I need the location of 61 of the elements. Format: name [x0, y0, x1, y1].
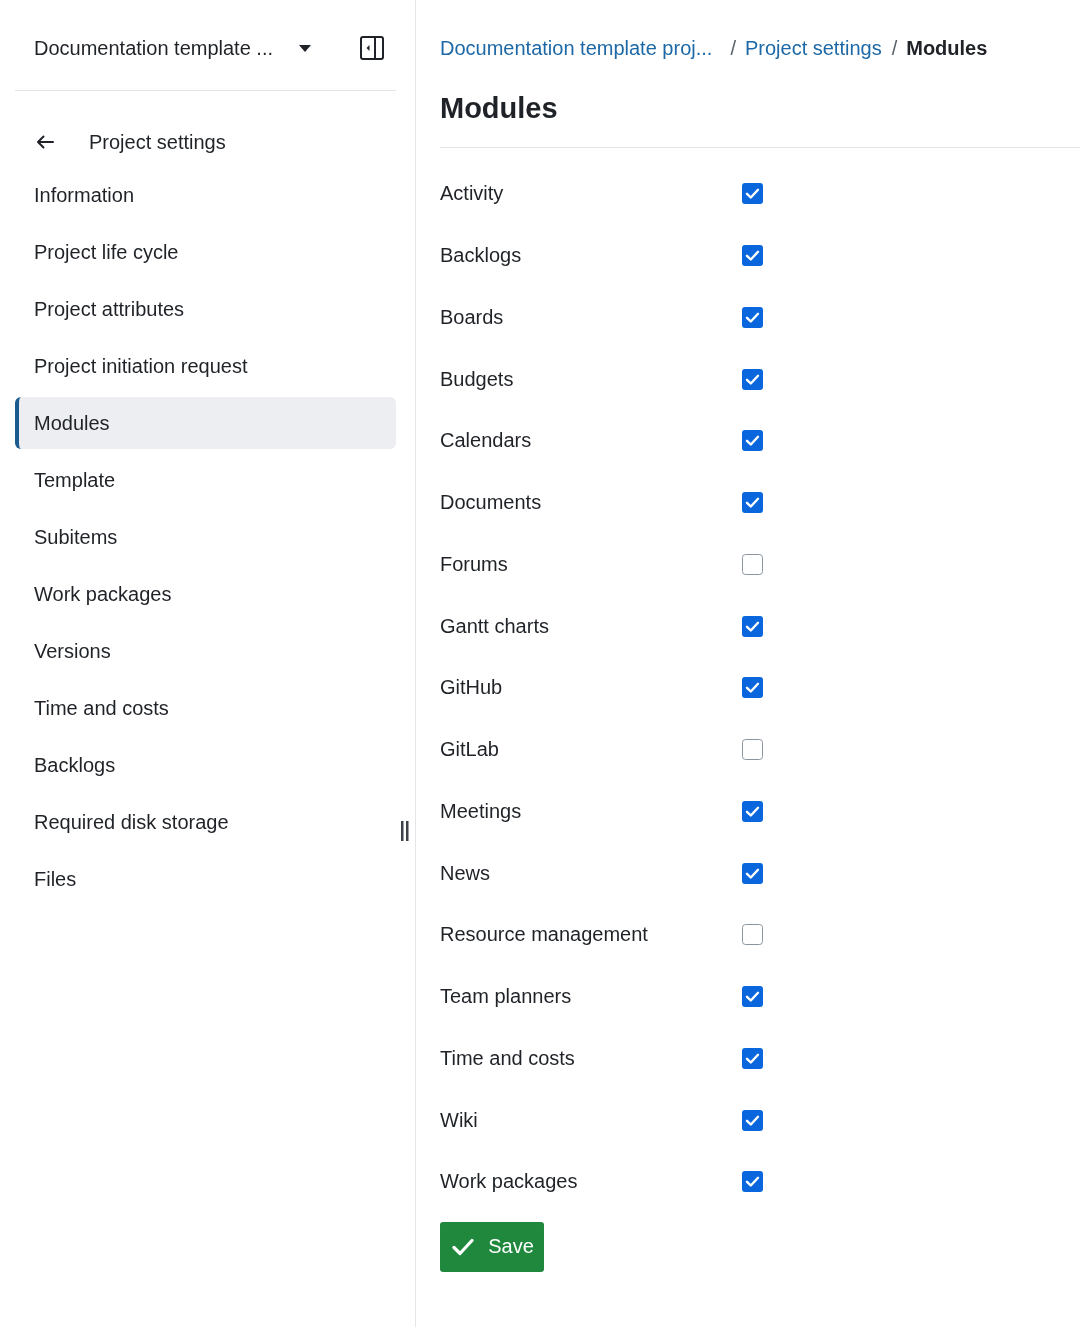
sidebar-item[interactable]: Required disk storage: [15, 796, 396, 848]
module-label: Backlogs: [440, 244, 523, 268]
module-label: Resource management: [440, 923, 649, 947]
sidebar-item[interactable]: Work packages: [15, 568, 396, 620]
sidebar-collapse-icon[interactable]: [360, 36, 384, 60]
module-label: Gantt charts: [440, 614, 550, 638]
checkbox[interactable]: [742, 553, 763, 575]
checkbox[interactable]: [742, 986, 763, 1008]
checkbox[interactable]: [742, 800, 763, 822]
checkbox[interactable]: [742, 862, 763, 884]
module-label: Calendars: [440, 429, 533, 453]
sidebar-item[interactable]: Versions: [15, 625, 396, 677]
breadcrumb-link[interactable]: Documentation template proj...: [440, 36, 713, 60]
module-label: Team planners: [440, 985, 573, 1009]
checkbox[interactable]: [742, 492, 763, 514]
sidebar-item[interactable]: Subitems: [15, 511, 396, 563]
breadcrumb-separator: /: [891, 36, 898, 60]
checkbox[interactable]: [742, 1171, 763, 1193]
checkbox[interactable]: [742, 245, 763, 267]
caret-down-icon: [299, 44, 311, 52]
breadcrumb-separator: /: [730, 36, 736, 60]
sidebar-item[interactable]: Template: [15, 454, 396, 506]
sidebar-item[interactable]: Modules: [15, 397, 396, 449]
checkbox[interactable]: [742, 430, 763, 452]
module-label: GitLab: [440, 738, 500, 762]
arrow-left-icon: [36, 135, 54, 149]
checkbox[interactable]: [742, 368, 763, 390]
resize-handle[interactable]: [401, 821, 409, 841]
sidebar-item[interactable]: Project attributes: [15, 283, 396, 335]
check-icon: [452, 1237, 475, 1256]
module-label: News: [440, 861, 491, 885]
checkbox[interactable]: [742, 306, 763, 328]
page-title: Modules: [440, 91, 558, 126]
sidebar-item[interactable]: Project initiation request: [15, 340, 396, 392]
module-label: Meetings: [440, 799, 523, 823]
sidebar-item[interactable]: Backlogs: [15, 739, 396, 791]
checkbox[interactable]: [742, 1109, 763, 1131]
module-label: GitHub: [440, 676, 504, 700]
module-label: Budgets: [440, 367, 515, 391]
sidebar-item[interactable]: Information: [15, 169, 396, 221]
sidebar-item[interactable]: Project life cycle: [15, 226, 396, 278]
checkbox[interactable]: [742, 183, 763, 205]
module-label: Forums: [440, 552, 509, 576]
checkbox[interactable]: [742, 924, 763, 946]
module-label: Work packages: [440, 1170, 579, 1194]
checkbox[interactable]: [742, 1047, 763, 1069]
save-button[interactable]: Save: [440, 1221, 544, 1272]
sidebar-item[interactable]: Files: [15, 853, 396, 905]
checkbox[interactable]: [742, 739, 763, 761]
project-selector[interactable]: Documentation template ...: [34, 36, 311, 60]
module-label: Activity: [440, 182, 505, 206]
breadcrumb-current: Modules: [906, 36, 988, 60]
breadcrumb-link[interactable]: Project settings: [744, 36, 882, 60]
sidebar-item[interactable]: Time and costs: [15, 682, 396, 734]
checkbox[interactable]: [742, 677, 763, 699]
module-label: Documents: [440, 491, 543, 515]
module-label: Boards: [440, 305, 505, 329]
module-label: Wiki: [440, 1108, 479, 1132]
checkbox[interactable]: [742, 615, 763, 637]
module-label: Time and costs: [440, 1046, 576, 1070]
back-link[interactable]: Project settings: [15, 116, 396, 168]
